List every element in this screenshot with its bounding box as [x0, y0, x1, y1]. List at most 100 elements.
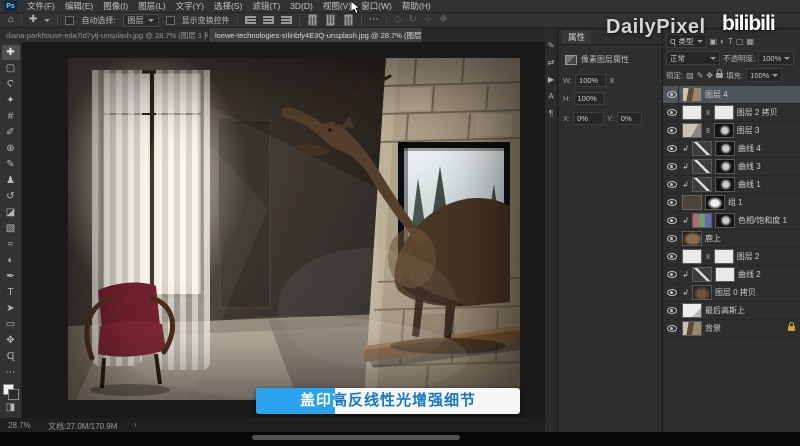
curves-adjustment-thumbnail[interactable] [692, 177, 712, 192]
show-transform-checkbox[interactable] [166, 16, 175, 25]
curves-adjustment-thumbnail[interactable] [692, 141, 712, 156]
quick-mask-icon[interactable]: ◨ [2, 400, 20, 415]
menu-type[interactable]: 文字(Y) [176, 0, 204, 12]
layer-thumbnail[interactable] [682, 249, 702, 264]
group-thumbnail[interactable] [682, 195, 702, 210]
zoom-level-field[interactable]: 28.7% [8, 421, 31, 430]
layer-row[interactable]: ↳ 曲线 3 [663, 158, 800, 176]
lock-transparency-icon[interactable]: ▨ [686, 71, 694, 80]
gradient-tool[interactable]: ▧ [2, 221, 20, 236]
status-chevron-icon[interactable]: › [134, 420, 137, 429]
align-top-icon[interactable] [308, 15, 316, 26]
visibility-eye-icon[interactable] [666, 320, 679, 338]
align-right-icon[interactable] [281, 16, 292, 24]
layer-thumbnail[interactable] [682, 105, 702, 120]
layer-thumbnail[interactable] [682, 123, 702, 138]
layer-mask-thumbnail[interactable] [714, 249, 734, 264]
move-tool-icon[interactable]: ✚ [29, 15, 37, 25]
filter-type-icon[interactable]: T [728, 37, 733, 46]
visibility-eye-icon[interactable] [666, 266, 679, 284]
layer-thumbnail[interactable] [682, 87, 702, 102]
visibility-eye-icon[interactable] [666, 104, 679, 122]
character-panel-icon[interactable]: A [548, 93, 553, 101]
layer-mask-thumbnail[interactable] [714, 105, 734, 120]
history-brush-tool[interactable]: ↺ [2, 189, 20, 204]
height-field[interactable]: 100% [574, 92, 605, 105]
layer-thumbnail[interactable] [692, 285, 712, 300]
layer-row[interactable]: ↳ 图层 0 拷贝 [663, 284, 800, 302]
link-dimensions-icon[interactable]: ∞ [607, 78, 616, 84]
visibility-eye-icon[interactable] [666, 122, 679, 140]
layer-row[interactable]: ↳ 曲线 1 [663, 176, 800, 194]
video-seekbar[interactable] [252, 435, 460, 440]
x-field[interactable]: 0% [573, 112, 604, 125]
menu-view[interactable]: 视图(V) [323, 0, 351, 12]
menu-image[interactable]: 图像(I) [103, 0, 128, 12]
clone-stamp-tool[interactable]: ♟ [2, 173, 20, 188]
layer-thumbnail[interactable] [682, 303, 702, 318]
align-left-icon[interactable] [245, 16, 256, 24]
crop-tool[interactable]: # [2, 109, 20, 124]
layer-mask-thumbnail[interactable] [705, 195, 725, 210]
visibility-eye-icon[interactable] [666, 140, 679, 158]
opacity-dropdown[interactable]: 100% [758, 51, 794, 65]
menu-select[interactable]: 选择(S) [214, 0, 242, 12]
document-tab-active[interactable]: loewe-technologies-sIlinbfy4E3Q-unsplash… [209, 28, 423, 42]
swap-panel-icon[interactable]: ⇄ [548, 59, 555, 67]
shape-tool[interactable]: ▭ [2, 317, 20, 332]
filter-shape-icon[interactable]: ▢ [736, 37, 744, 46]
layer-row-background[interactable]: 背景 [663, 320, 800, 338]
layer-row-selected[interactable]: 图层 4 [663, 86, 800, 104]
edit-toolbar-icon[interactable]: ⋯ [2, 365, 20, 380]
curves-adjustment-thumbnail[interactable] [692, 267, 712, 282]
auto-select-checkbox[interactable] [65, 16, 74, 25]
layer-mask-thumbnail[interactable] [715, 159, 735, 174]
layer-thumbnail[interactable] [682, 231, 702, 246]
filter-smart-object-icon[interactable]: ▦ [746, 37, 754, 46]
filter-adjustment-icon[interactable]: ◐ [720, 37, 725, 46]
visibility-eye-icon[interactable] [666, 284, 679, 302]
path-select-tool[interactable]: ➤ [2, 301, 20, 316]
layer-row[interactable]: 组 1 [663, 194, 800, 212]
type-tool[interactable]: T [2, 285, 20, 300]
visibility-eye-icon[interactable] [666, 230, 679, 248]
lasso-tool[interactable]: Ϛ [2, 77, 20, 92]
layer-mask-thumbnail[interactable] [715, 141, 735, 156]
home-icon[interactable]: ⌂ [8, 15, 14, 25]
visibility-eye-icon[interactable] [666, 86, 679, 104]
visibility-eye-icon[interactable] [666, 194, 679, 212]
layer-row[interactable]: ↳ 曲线 4 [663, 140, 800, 158]
align-middle-icon[interactable] [326, 15, 334, 26]
auto-select-dropdown[interactable]: 图层 [123, 14, 159, 27]
align-bottom-icon[interactable] [344, 15, 352, 26]
filter-pixel-icon[interactable]: ▣ [710, 37, 718, 46]
layer-row[interactable]: 鹿上 [663, 230, 800, 248]
align-center-icon[interactable] [263, 16, 274, 24]
timeline-panel-icon[interactable]: ▶ [548, 76, 554, 84]
blur-tool[interactable]: ≈ [2, 237, 20, 252]
canvas-image[interactable] [68, 58, 520, 400]
menu-filter[interactable]: 滤镜(T) [252, 0, 280, 12]
brush-tool[interactable]: ✎ [2, 157, 20, 172]
color-swatches[interactable] [3, 384, 19, 400]
fill-dropdown[interactable]: 100% [746, 68, 782, 82]
lock-all-icon[interactable] [716, 73, 723, 78]
pen-panel-icon[interactable]: ✎ [548, 42, 555, 50]
hand-tool[interactable]: ✥ [2, 333, 20, 348]
eyedropper-tool[interactable]: ✐ [2, 125, 20, 140]
visibility-eye-icon[interactable] [666, 302, 679, 320]
menu-3d[interactable]: 3D(D) [290, 1, 313, 11]
layer-row[interactable]: ↳ 色相/饱和度 1 [663, 212, 800, 230]
layer-thumbnail[interactable] [682, 321, 702, 336]
width-field[interactable]: 100% [575, 74, 606, 87]
lock-position-icon[interactable]: ✥ [706, 71, 713, 80]
visibility-eye-icon[interactable] [666, 176, 679, 194]
pen-tool[interactable]: ✒ [2, 269, 20, 284]
layer-mask-thumbnail[interactable] [714, 123, 734, 138]
more-options-icon[interactable]: ⋯ [369, 15, 379, 25]
background-color-swatch[interactable] [8, 389, 19, 400]
menu-edit[interactable]: 编辑(E) [65, 0, 93, 12]
visibility-eye-icon[interactable] [666, 158, 679, 176]
document-tab-inactive[interactable]: diana-parkhouse-eda7id7ytj-unsplash.jpg … [0, 28, 209, 42]
y-field[interactable]: 0% [617, 112, 642, 125]
